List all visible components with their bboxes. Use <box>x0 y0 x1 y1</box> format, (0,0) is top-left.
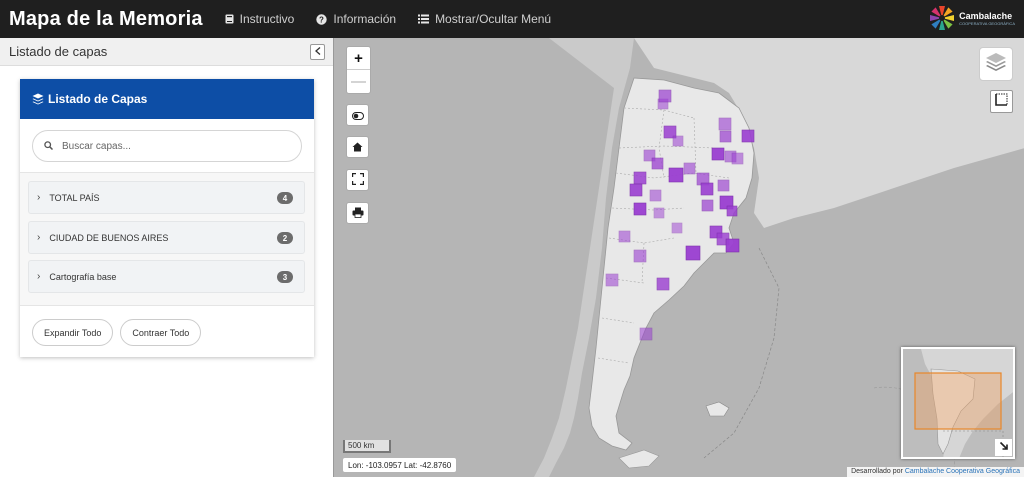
expand-all-button[interactable]: Expandir Todo <box>32 319 114 346</box>
overview-minimap[interactable] <box>901 347 1015 459</box>
layer-group-ciudad-buenos-aires[interactable]: › CIUDAD DE BUENOS AIRES 2 <box>28 221 305 254</box>
chevron-right-icon: › <box>37 271 41 282</box>
map-view[interactable]: + — 500 km Lon: -103.0957 Lat: -42.8760 … <box>333 38 1024 477</box>
layers-stack-icon <box>32 93 44 105</box>
ruler-icon <box>995 93 1008 111</box>
zoom-control: + — <box>346 46 371 94</box>
layer-group-label: Cartografía base <box>49 271 117 282</box>
cambalache-logo[interactable]: Cambalache COOPERATIVA GEOGRÁFICA <box>928 4 1015 32</box>
sidebar-title: Listado de capas <box>9 44 108 59</box>
chevron-right-icon: › <box>37 192 41 203</box>
layer-count-badge: 4 <box>277 192 293 204</box>
nav-informacion-label: Información <box>333 12 397 26</box>
question-circle-icon: ? <box>316 13 328 25</box>
attribution-link[interactable]: Cambalache Cooperativa Geográfica <box>905 468 1020 475</box>
search-icon <box>44 137 54 155</box>
collapse-all-button[interactable]: Contraer Todo <box>120 319 202 346</box>
print-button[interactable] <box>346 202 369 224</box>
collapse-sidebar-button[interactable] <box>310 44 325 60</box>
logo-name: Cambalache <box>959 10 1013 21</box>
layer-group-cartografia-base[interactable]: › Cartografía base 3 <box>28 260 305 293</box>
layer-count-badge: 3 <box>277 271 293 283</box>
toggle-icon <box>351 108 364 123</box>
panel-footer: Expandir Todo Contraer Todo <box>32 319 208 346</box>
chevron-left-icon <box>314 46 321 58</box>
attribution-prefix: Desarrollado por <box>851 468 903 475</box>
nav-toggle-menu-label: Mostrar/Ocultar Menú <box>435 12 552 26</box>
top-bar: Mapa de la Memoria Instructivo ? Informa… <box>0 0 1024 38</box>
measure-button[interactable] <box>990 90 1013 113</box>
search-input[interactable] <box>62 140 282 152</box>
layer-group-label: TOTAL PAÍS <box>49 192 100 203</box>
toggle-button[interactable] <box>346 104 369 126</box>
nav-toggle-menu[interactable]: Mostrar/Ocultar Menú <box>418 12 551 26</box>
fullscreen-button[interactable] <box>346 169 369 191</box>
attribution: Desarrollado por Cambalache Cooperativa … <box>847 467 1024 477</box>
home-button[interactable] <box>346 136 369 158</box>
scale-bar: 500 km <box>343 440 391 453</box>
sidebar: Listado de capas Listado de Capas › TOTA… <box>0 38 333 477</box>
home-icon <box>352 140 363 155</box>
arrow-down-right-icon <box>999 441 1009 454</box>
layers-panel: Listado de Capas › TOTAL PAÍS 4 › CIUDAD… <box>20 79 314 357</box>
minimap-toggle-button[interactable] <box>995 439 1012 456</box>
print-icon <box>352 206 364 221</box>
basemap-layers-button[interactable] <box>979 47 1013 81</box>
layers-panel-header: Listado de Capas <box>20 79 314 119</box>
app-title[interactable]: Mapa de la Memoria <box>9 8 203 31</box>
svg-text:?: ? <box>319 15 324 24</box>
cambalache-flower-icon <box>930 6 955 30</box>
layer-groups: › TOTAL PAÍS 4 › CIUDAD DE BUENOS AIRES … <box>20 172 314 306</box>
logo-subtitle: COOPERATIVA GEOGRÁFICA <box>959 20 1015 26</box>
sidebar-header: Listado de capas <box>0 38 333 66</box>
zoom-out-button[interactable]: — <box>347 70 370 93</box>
zoom-in-button[interactable]: + <box>347 47 370 70</box>
layers-icon <box>985 52 1007 77</box>
nav-informacion[interactable]: ? Información <box>316 12 396 26</box>
fullscreen-icon <box>351 172 364 188</box>
nav-instructivo-label: Instructivo <box>239 12 295 26</box>
chevron-right-icon: › <box>37 232 41 243</box>
layer-count-badge: 2 <box>277 232 293 244</box>
search-box[interactable] <box>32 130 302 162</box>
list-icon <box>418 14 430 24</box>
layer-group-total-pais[interactable]: › TOTAL PAÍS 4 <box>28 181 305 214</box>
layers-panel-title: Listado de Capas <box>48 92 148 106</box>
nav-instructivo[interactable]: Instructivo <box>225 12 295 26</box>
book-icon <box>225 14 234 24</box>
layer-group-label: CIUDAD DE BUENOS AIRES <box>49 232 169 243</box>
mouse-coordinates: Lon: -103.0957 Lat: -42.8760 <box>343 458 457 472</box>
